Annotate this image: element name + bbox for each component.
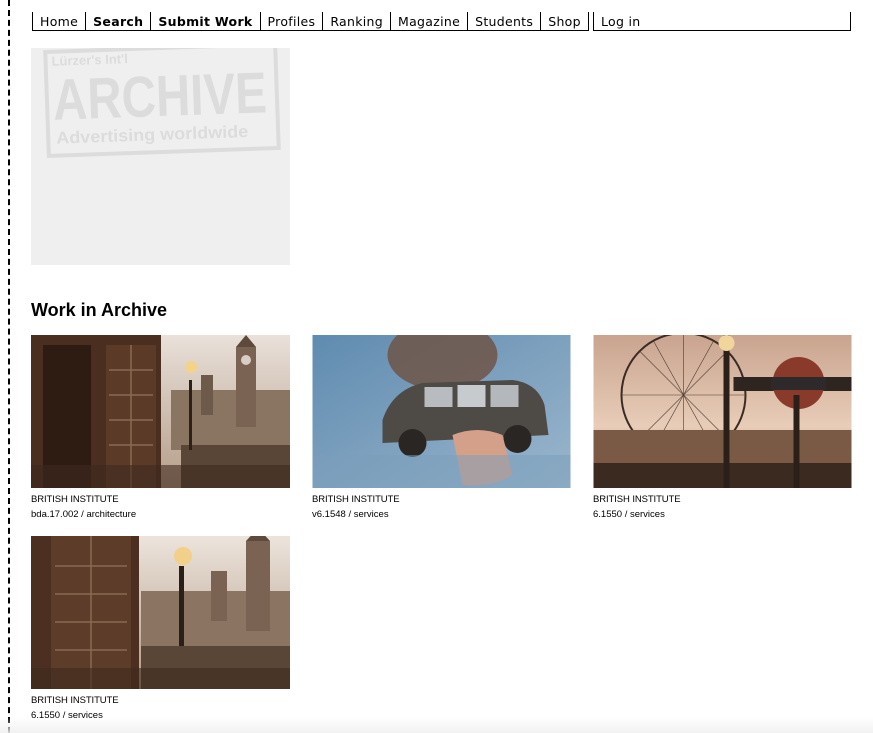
work-card[interactable]: BRITISH INSTITUTE 6.1550 / services: [593, 335, 852, 520]
work-client: BRITISH INSTITUTE: [31, 695, 119, 706]
work-meta: v6.1548 / services: [312, 509, 389, 520]
main-nav: Home Search Submit Work Profiles Ranking…: [32, 12, 589, 31]
section-title: Work in Archive: [31, 300, 168, 320]
work-meta: bda.17.002 / architecture: [31, 509, 137, 520]
work-card[interactable]: BRITISH INSTITUTE bda.17.002 / architect…: [31, 335, 290, 520]
work-client: BRITISH INSTITUTE: [31, 494, 119, 505]
nav-magazine[interactable]: Magazine: [389, 12, 467, 30]
work-card[interactable]: BRITISH INSTITUTE v6.1548 / services: [312, 335, 571, 520]
work-thumbnail[interactable]: [31, 536, 290, 689]
bottom-fade: [0, 717, 873, 733]
nav-shop[interactable]: Shop: [540, 12, 588, 30]
nav-profiles[interactable]: Profiles: [259, 12, 323, 30]
nav-students[interactable]: Students: [467, 12, 540, 30]
nav-ranking[interactable]: Ranking: [322, 12, 390, 30]
work-thumbnail[interactable]: [593, 335, 852, 488]
work-client: BRITISH INSTITUTE: [593, 494, 681, 505]
archive-logo[interactable]: Lürzer's Int'l ARCHIVE Advertising world…: [31, 48, 290, 265]
archive-logo-graphic: Lürzer's Int'l ARCHIVE Advertising world…: [43, 48, 281, 159]
work-thumbnail[interactable]: [312, 335, 571, 488]
nav-home[interactable]: Home: [33, 12, 85, 30]
login-link[interactable]: Log in: [593, 12, 851, 31]
work-meta: 6.1550 / services: [593, 509, 665, 520]
work-card[interactable]: BRITISH INSTITUTE 6.1550 / services: [31, 536, 290, 721]
dashed-border: [8, 0, 10, 733]
nav-search[interactable]: Search: [85, 12, 150, 30]
nav-submit-work[interactable]: Submit Work: [150, 12, 259, 30]
work-client: BRITISH INSTITUTE: [312, 494, 400, 505]
work-thumbnail[interactable]: [31, 335, 290, 488]
